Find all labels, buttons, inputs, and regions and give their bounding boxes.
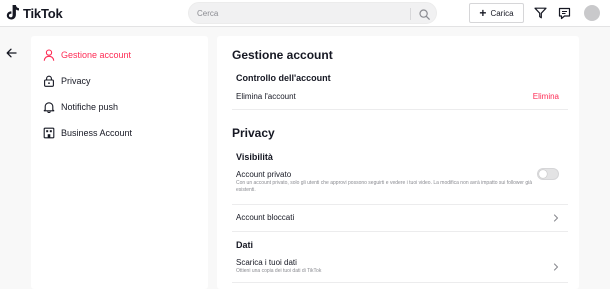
settings-main-panel: Gestione account Controllo dell'account … <box>217 36 579 289</box>
sidebar-item-privacy[interactable]: Privacy <box>31 72 208 92</box>
back-button[interactable] <box>3 45 19 61</box>
delete-account-label: Elimina l'account <box>236 92 296 101</box>
bell-icon <box>42 100 56 114</box>
person-icon <box>42 48 56 62</box>
sidebar-item-notifiche-push[interactable]: Notifiche push <box>31 98 208 118</box>
search-button[interactable] <box>416 6 432 22</box>
divider <box>232 231 568 232</box>
delete-account-button[interactable]: Elimina <box>533 92 559 101</box>
divider <box>232 109 568 110</box>
inbox-button[interactable] <box>556 5 572 21</box>
avatar[interactable] <box>584 5 600 21</box>
download-data-label: Scarica i tuoi dati <box>236 258 297 267</box>
search-divider <box>410 8 411 20</box>
arrow-left-icon <box>6 48 17 58</box>
search-bar <box>188 2 437 24</box>
private-account-label: Account privato <box>236 170 292 179</box>
plus-icon: + <box>479 6 487 20</box>
settings-sidebar: Gestione account Privacy Notifiche push <box>31 36 208 289</box>
download-data-description: Ottieni una copia dei tuoi dati di TikTo… <box>236 268 322 274</box>
chevron-right-icon <box>551 262 561 272</box>
filter-button[interactable] <box>532 5 548 21</box>
send-icon <box>533 7 547 19</box>
subtitle-data: Dati <box>236 240 254 250</box>
sidebar-item-business-account[interactable]: Business Account <box>31 124 208 144</box>
sidebar-item-label: Privacy <box>61 76 91 86</box>
app-name: TikTok <box>23 5 63 21</box>
private-account-toggle[interactable] <box>537 168 559 180</box>
section-title-account: Gestione account <box>232 48 333 62</box>
subtitle-account-control: Controllo dell'account <box>236 73 331 83</box>
blocked-accounts-label: Account bloccati <box>236 213 295 222</box>
message-icon <box>558 7 570 19</box>
lock-icon <box>42 74 56 88</box>
toggle-knob <box>539 170 547 178</box>
tiktok-logo[interactable]: TikTok <box>6 4 63 22</box>
search-icon <box>418 8 430 20</box>
section-title-privacy: Privacy <box>232 126 275 140</box>
sidebar-item-gestione-account[interactable]: Gestione account <box>31 46 208 66</box>
tiktok-logo-icon <box>6 5 19 20</box>
sidebar-item-label: Notifiche push <box>61 102 119 112</box>
business-icon <box>42 126 56 140</box>
sidebar-item-label: Gestione account <box>61 50 132 60</box>
upload-button[interactable]: + Carica <box>469 3 524 23</box>
subtitle-visibility: Visibilità <box>236 152 273 162</box>
upload-label: Carica <box>490 8 514 18</box>
sidebar-item-label: Business Account <box>61 128 133 138</box>
chevron-right-icon <box>551 213 561 223</box>
top-header: TikTok + Carica <box>0 0 610 27</box>
divider <box>232 282 568 283</box>
search-input[interactable] <box>197 3 407 23</box>
private-account-description: Con un account privato, solo gli utenti … <box>236 180 533 193</box>
